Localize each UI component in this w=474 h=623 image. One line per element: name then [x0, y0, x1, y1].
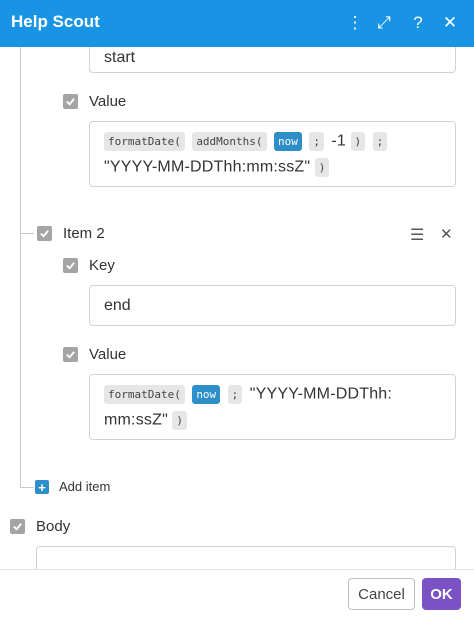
app-header: Help Scout ⋮ ⤢ ? ✕	[0, 0, 474, 47]
literal-text: -1	[331, 132, 347, 150]
item1-value-line1: formatDate( addMonths( now ; -1 ) ;	[104, 132, 390, 151]
add-item-icon[interactable]: +	[35, 480, 49, 494]
separator-token[interactable]: ;	[227, 385, 243, 404]
variable-token[interactable]: now	[274, 132, 302, 151]
item1-value-field[interactable]: formatDate( addMonths( now ; -1 ) ; "YYY…	[89, 121, 456, 187]
tree-line	[20, 47, 21, 487]
help-icon[interactable]: ?	[406, 11, 430, 35]
variable-token[interactable]: now	[192, 385, 221, 404]
close-icon[interactable]: ✕	[438, 11, 462, 35]
item1-value-line2: "YYYY-MM-DDThh:mm:ssZ" )	[104, 158, 332, 177]
item2-key-checkbox[interactable]	[63, 258, 78, 273]
item2-value-line2: mm:ssZ" )	[104, 411, 190, 430]
item2-checkbox[interactable]	[37, 226, 52, 241]
check-icon	[66, 262, 75, 270]
item2-value-label: Value	[89, 346, 127, 363]
close-paren-token[interactable]: )	[350, 132, 366, 151]
cancel-button[interactable]: Cancel	[348, 578, 415, 610]
literal-text: mm:ssZ"	[104, 411, 168, 429]
body-checkbox[interactable]	[10, 519, 25, 534]
close-paren-token[interactable]: )	[172, 411, 188, 430]
separator-token[interactable]: ;	[309, 132, 324, 151]
item1-value-label: Value	[89, 93, 127, 110]
dialog-footer: Cancel OK	[0, 569, 474, 623]
item2-key-field[interactable]: end	[89, 285, 456, 326]
tree-connector	[20, 487, 34, 488]
app-title: Help Scout	[11, 12, 100, 31]
separator-token[interactable]: ;	[372, 132, 388, 151]
add-item-link[interactable]: Add item	[59, 479, 110, 494]
function-token[interactable]: addMonths(	[192, 132, 267, 151]
body-label: Body	[36, 518, 71, 535]
tree-connector	[20, 233, 34, 234]
item2-key-value: end	[104, 297, 131, 314]
close-paren-token[interactable]: )	[314, 158, 330, 177]
check-icon	[40, 230, 49, 238]
check-icon	[13, 523, 22, 531]
body-field[interactable]	[36, 546, 456, 569]
reorder-menu-icon[interactable]: ☰	[410, 225, 424, 245]
form-content: start Value formatDate( addMonths( now ;…	[0, 47, 474, 569]
more-vertical-icon[interactable]: ⋮	[343, 11, 367, 35]
item2-label: Item 2	[63, 225, 105, 242]
function-token[interactable]: formatDate(	[104, 385, 185, 404]
ok-button[interactable]: OK	[422, 578, 461, 610]
item1-key-field[interactable]: start	[89, 47, 456, 73]
function-token[interactable]: formatDate(	[104, 132, 185, 151]
item2-key-label: Key	[89, 257, 115, 274]
item1-value-checkbox[interactable]	[63, 94, 78, 109]
literal-text: "YYYY-MM-DDThh:	[249, 385, 393, 403]
expand-icon[interactable]: ⤢	[372, 11, 396, 35]
item2-value-line1: formatDate( now ; "YYYY-MM-DDThh:	[104, 385, 392, 404]
remove-item-icon[interactable]: ✕	[440, 225, 453, 243]
literal-text: "YYYY-MM-DDThh:mm:ssZ"	[104, 158, 311, 176]
item2-value-checkbox[interactable]	[63, 347, 78, 362]
check-icon	[66, 98, 75, 106]
item1-key-value: start	[104, 49, 136, 66]
item2-value-field[interactable]: formatDate( now ; "YYYY-MM-DDThh: mm:ssZ…	[89, 374, 456, 440]
check-icon	[66, 351, 75, 359]
